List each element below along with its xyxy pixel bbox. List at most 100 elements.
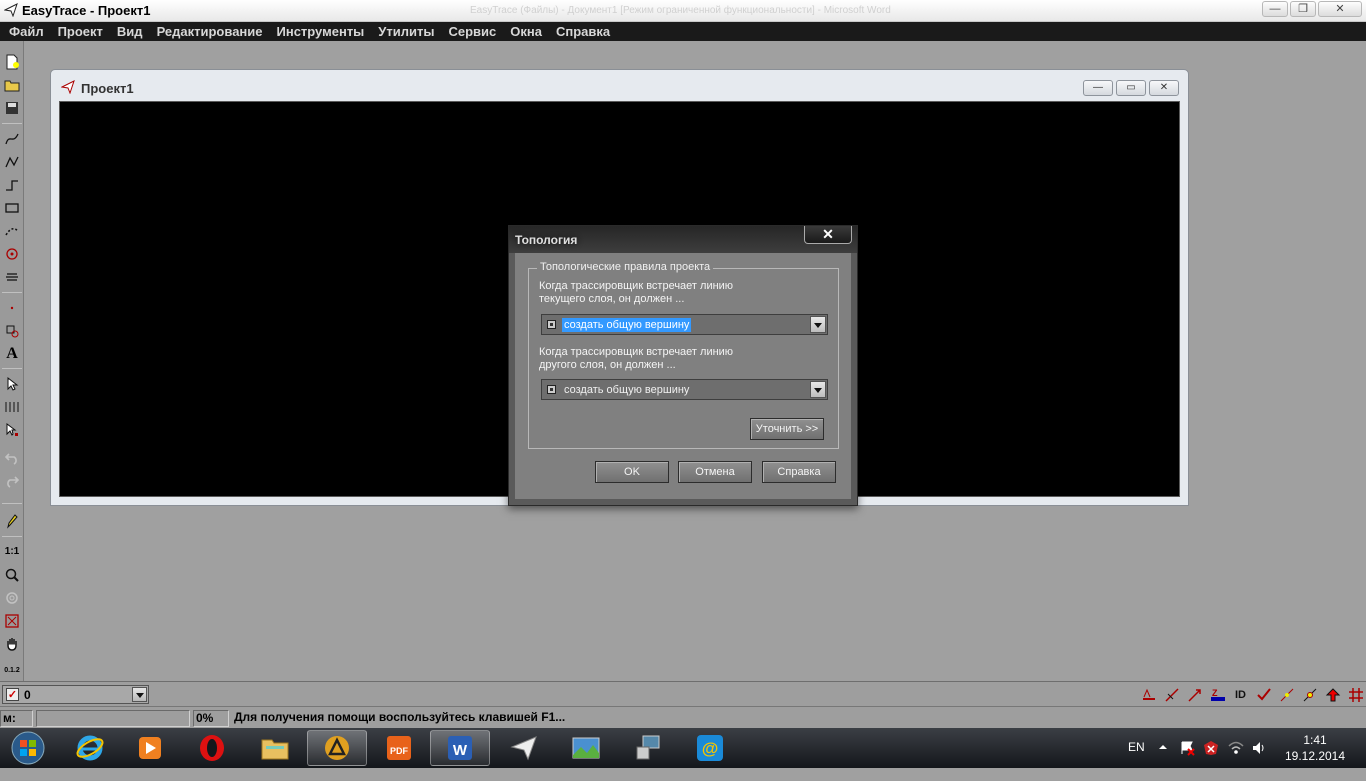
rule2-line2: другого слоя, он должен ...	[539, 359, 676, 371]
start-button[interactable]	[4, 728, 52, 768]
taskbar-internet-explorer[interactable]	[60, 730, 120, 766]
menu-edit[interactable]: Редактирование	[150, 22, 270, 41]
curve-tool-icon[interactable]	[2, 129, 22, 149]
new-project-icon[interactable]	[2, 52, 22, 72]
cancel-button[interactable]: Отмена	[678, 461, 752, 483]
hatch-tool-icon[interactable]	[2, 267, 22, 287]
menu-windows[interactable]: Окна	[503, 22, 549, 41]
vertex-snap-icon[interactable]	[1298, 685, 1321, 704]
menu-utilities[interactable]: Утилиты	[371, 22, 441, 41]
project-window-titlebar: Проект1 — ▭ ✕	[51, 70, 1188, 101]
save-icon[interactable]	[2, 98, 22, 118]
redo-icon[interactable]	[2, 471, 22, 491]
taskbar-image-viewer[interactable]	[556, 730, 616, 766]
attribute-icon[interactable]	[1137, 685, 1160, 704]
rule2-line1: Когда трассировщик встречает линию	[539, 346, 734, 358]
grid-icon[interactable]	[1344, 685, 1366, 704]
scale-one-to-one-button[interactable]: 1:1	[2, 541, 22, 561]
menu-view[interactable]: Вид	[110, 22, 150, 41]
select-node-icon[interactable]	[2, 420, 22, 440]
antivirus-icon[interactable]	[1203, 740, 1219, 780]
toolbar-separator	[2, 368, 22, 369]
taskbar-media-player[interactable]	[120, 730, 180, 766]
restore-button[interactable]: ❐	[1290, 1, 1316, 17]
refine-button[interactable]: Уточнить >>	[750, 418, 824, 440]
taskbar-explorer[interactable]	[245, 730, 305, 766]
menu-service[interactable]: Сервис	[441, 22, 503, 41]
tray-expand-icon[interactable]	[1158, 741, 1168, 781]
check-topology-icon[interactable]	[1252, 685, 1275, 704]
dot-tool-icon[interactable]	[2, 298, 22, 318]
ok-button[interactable]: OK	[595, 461, 669, 483]
rule2-combobox[interactable]: создать общую вершину	[541, 379, 828, 400]
taskbar-mail-agent[interactable]: @	[680, 730, 740, 766]
pointer-icon[interactable]	[1321, 685, 1344, 704]
left-toolbar: A 1:1 0.1.2	[0, 41, 24, 681]
pdf-icon-label: PDF	[390, 746, 409, 756]
internet-explorer-icon	[76, 735, 104, 761]
coordinates-icon[interactable]: 0.1.2	[2, 660, 22, 680]
clock-date: 19.12.2014	[1284, 749, 1346, 763]
select-arrow-icon[interactable]	[2, 374, 22, 394]
project-close-button[interactable]: ✕	[1149, 80, 1179, 96]
network-signal-icon[interactable]	[1227, 740, 1245, 780]
dialog-title: Топология	[515, 233, 578, 247]
taskbar-paper-plane[interactable]	[494, 730, 554, 766]
chevron-down-icon[interactable]	[132, 687, 147, 702]
taskbar-pdf[interactable]: PDF	[369, 730, 429, 766]
pan-hand-icon[interactable]	[2, 634, 22, 654]
menu-bar: Файл Проект Вид Редактирование Инструмен…	[0, 22, 1366, 41]
menu-file[interactable]: Файл	[2, 22, 51, 41]
undo-icon[interactable]	[2, 448, 22, 468]
step-line-tool-icon[interactable]	[2, 175, 22, 195]
minimize-button[interactable]: —	[1262, 1, 1288, 17]
direction-icon[interactable]	[1183, 685, 1206, 704]
open-folder-icon[interactable]	[2, 75, 22, 95]
node-icon[interactable]	[1275, 685, 1298, 704]
taskbar-word[interactable]: W	[430, 730, 490, 766]
layer-selector[interactable]: ✓ 0	[2, 685, 149, 704]
help-button[interactable]: Справка	[762, 461, 836, 483]
language-indicator[interactable]: EN	[1128, 740, 1145, 754]
text-tool-icon[interactable]: A	[2, 344, 22, 364]
menu-tools[interactable]: Инструменты	[270, 22, 372, 41]
toolbar-separator	[2, 123, 22, 124]
polyline-tool-icon[interactable]	[2, 152, 22, 172]
topology-rules-group: Топологические правила проекта Когда тра…	[528, 261, 839, 449]
dialog-close-button[interactable]: ✕	[804, 226, 852, 244]
menu-project[interactable]: Проект	[51, 22, 110, 41]
taskbar-clock[interactable]: 1:41 19.12.2014	[1282, 732, 1348, 764]
line-trace-icon[interactable]	[1160, 685, 1183, 704]
taskbar-easytrace[interactable]	[307, 730, 367, 766]
symbol-tool-icon[interactable]	[2, 321, 22, 341]
node-edit-icon[interactable]	[2, 397, 22, 417]
clock-time: 1:41	[1303, 733, 1327, 747]
close-button[interactable]: ✕	[1318, 1, 1362, 17]
status-percent: 0%	[193, 710, 229, 727]
rule1-combobox[interactable]: создать общую вершину	[541, 314, 828, 335]
easytrace-icon	[325, 736, 349, 760]
trace-tools: Z ID	[1137, 685, 1366, 704]
layer-visible-checkbox[interactable]: ✓	[6, 688, 19, 701]
zoom-extents-icon[interactable]	[2, 611, 22, 631]
chevron-down-icon[interactable]	[810, 316, 826, 333]
action-center-icon[interactable]	[1180, 740, 1196, 780]
taskbar-opera[interactable]	[182, 730, 242, 766]
id-icon[interactable]: ID	[1229, 685, 1252, 704]
rectangle-tool-icon[interactable]	[2, 198, 22, 218]
project-minimize-button[interactable]: —	[1083, 80, 1113, 96]
project-maximize-button[interactable]: ▭	[1116, 80, 1146, 96]
dialog-body: Топологические правила проекта Когда тра…	[515, 253, 851, 499]
zoom-icon[interactable]	[2, 565, 22, 585]
point-tool-icon[interactable]	[2, 244, 22, 264]
z-value-icon[interactable]: Z	[1206, 685, 1229, 704]
volume-icon[interactable]	[1251, 740, 1267, 780]
taskbar-network-tool[interactable]	[618, 730, 678, 766]
chevron-down-icon[interactable]	[810, 381, 826, 398]
zoom-window-icon[interactable]	[2, 588, 22, 608]
pencil-icon[interactable]	[2, 511, 22, 531]
dotted-curve-tool-icon[interactable]	[2, 221, 22, 241]
background-window-title: EasyTrace (Файлы) - Документ1 [Режим огр…	[470, 5, 891, 16]
status-bar: м: 0% Для получения помощи воспользуйтес…	[0, 706, 1366, 728]
menu-help[interactable]: Справка	[549, 22, 617, 41]
